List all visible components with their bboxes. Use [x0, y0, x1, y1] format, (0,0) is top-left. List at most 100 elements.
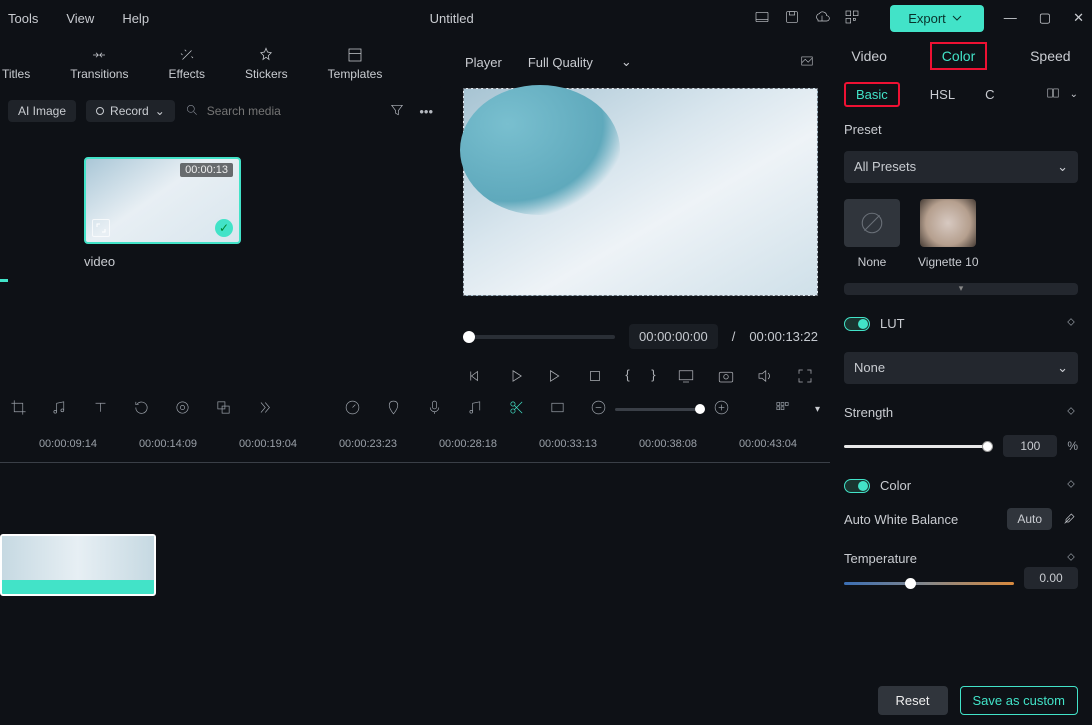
- strength-keyframe-icon[interactable]: [1064, 404, 1078, 421]
- snapshot-button[interactable]: [717, 367, 735, 388]
- split-icon[interactable]: [508, 399, 525, 419]
- temperature-slider[interactable]: [844, 582, 1014, 585]
- time-separator: /: [732, 329, 736, 344]
- tab-transitions[interactable]: Transitions: [70, 46, 128, 81]
- record-button[interactable]: Record⌄: [86, 100, 175, 122]
- zoom-out-button[interactable]: [590, 399, 607, 419]
- window-maximize[interactable]: ▢: [1039, 10, 1051, 26]
- search-icon: [185, 103, 199, 120]
- video-preview[interactable]: [463, 88, 818, 296]
- mark-out-button[interactable]: }: [651, 367, 655, 388]
- save-custom-button[interactable]: Save as custom: [960, 686, 1079, 715]
- menu-view[interactable]: View: [66, 11, 94, 26]
- temperature-label: Temperature: [844, 551, 917, 566]
- tab-titles[interactable]: Titles: [2, 46, 30, 81]
- marker-icon[interactable]: [385, 399, 402, 419]
- tab-speed[interactable]: Speed: [1030, 48, 1070, 64]
- crop-icon[interactable]: [10, 399, 27, 419]
- mask-icon[interactable]: [174, 399, 191, 419]
- chevron-down-icon[interactable]: ⌄: [1070, 89, 1078, 100]
- lut-dropdown[interactable]: None⌄: [844, 352, 1078, 384]
- speed-tool-icon[interactable]: [344, 399, 361, 419]
- zoom-in-button[interactable]: [713, 399, 730, 419]
- tab-effects[interactable]: Effects: [168, 46, 204, 81]
- overflow-icon[interactable]: [256, 399, 273, 419]
- inspector-tabs: Video Color Speed: [830, 36, 1092, 76]
- titlebar: Tools View Help Untitled Export — ▢ ✕: [0, 0, 1092, 36]
- aspect-icon[interactable]: [549, 399, 566, 419]
- preset-none[interactable]: None: [844, 199, 900, 269]
- player-label: Player: [465, 55, 502, 70]
- expand-icon[interactable]: [92, 219, 110, 237]
- color-toggle[interactable]: [844, 479, 870, 493]
- search-media-input[interactable]: [207, 104, 362, 118]
- chevron-down-icon: ⌄: [155, 104, 165, 118]
- preset-dropdown[interactable]: All Presets⌄: [844, 151, 1078, 183]
- group-icon[interactable]: [215, 399, 232, 419]
- layout-icon[interactable]: [754, 9, 770, 28]
- ai-image-button[interactable]: AI Image: [8, 100, 76, 122]
- subtab-basic[interactable]: Basic: [844, 82, 900, 107]
- subtab-hsl[interactable]: HSL: [930, 87, 955, 102]
- lut-keyframe-icon[interactable]: [1064, 315, 1078, 332]
- color-keyframe-icon[interactable]: [1064, 477, 1078, 494]
- timeline[interactable]: 00:00:09:14 00:00:14:09 00:00:19:04 00:0…: [0, 432, 830, 599]
- window-close[interactable]: ✕: [1073, 10, 1084, 26]
- strength-unit: %: [1067, 439, 1078, 453]
- audio-tool-icon[interactable]: [51, 399, 68, 419]
- track-view-icon[interactable]: [774, 399, 791, 419]
- export-button[interactable]: Export: [890, 5, 984, 32]
- preset-expander[interactable]: ▾: [844, 283, 1078, 295]
- mark-in-button[interactable]: {: [625, 367, 629, 388]
- qrcode-icon[interactable]: [844, 9, 860, 28]
- eyedropper-icon[interactable]: [1062, 510, 1078, 529]
- seek-slider[interactable]: [463, 335, 615, 339]
- timeline-toolbar: ▾: [0, 392, 830, 426]
- timeline-clip[interactable]: [0, 534, 156, 596]
- filter-icon[interactable]: [389, 102, 405, 121]
- subtab-curves[interactable]: C: [985, 87, 994, 102]
- play-all-button[interactable]: [546, 367, 564, 388]
- quality-select[interactable]: Full Quality⌄: [528, 54, 632, 70]
- menu-help[interactable]: Help: [122, 11, 149, 26]
- duration: 00:00:13:22: [749, 329, 818, 344]
- project-title: Untitled: [149, 11, 754, 26]
- prev-frame-button[interactable]: [467, 367, 485, 388]
- chevron-down-icon: ⌄: [621, 54, 632, 70]
- display-mode-button[interactable]: [677, 367, 695, 388]
- microphone-icon[interactable]: [426, 399, 443, 419]
- strength-slider[interactable]: [844, 445, 993, 448]
- clip-label: video: [84, 254, 429, 269]
- timeline-ruler[interactable]: 00:00:09:14 00:00:14:09 00:00:19:04 00:0…: [0, 438, 830, 462]
- snapshot-gallery-icon[interactable]: [798, 54, 816, 71]
- play-button[interactable]: [507, 367, 525, 388]
- compare-icon[interactable]: [1044, 86, 1062, 103]
- text-tool-icon[interactable]: [92, 399, 109, 419]
- tab-color[interactable]: Color: [930, 42, 987, 70]
- zoom-slider[interactable]: [615, 408, 705, 411]
- temperature-keyframe-icon[interactable]: [1064, 550, 1078, 567]
- volume-button[interactable]: [756, 367, 774, 388]
- temperature-value[interactable]: 0.00: [1024, 567, 1078, 589]
- chevron-down-icon: ⌄: [1057, 360, 1068, 376]
- preset-vignette[interactable]: Vignette 10: [918, 199, 979, 269]
- tab-stickers[interactable]: Stickers: [245, 46, 288, 81]
- beat-icon[interactable]: [467, 399, 484, 419]
- rotate-icon[interactable]: [133, 399, 150, 419]
- auto-button[interactable]: Auto: [1007, 508, 1052, 530]
- chevron-down-icon[interactable]: ▾: [815, 404, 820, 415]
- tab-video[interactable]: Video: [851, 48, 887, 64]
- menu-tools[interactable]: Tools: [8, 11, 38, 26]
- cloud-upload-icon[interactable]: [814, 9, 830, 28]
- reset-button[interactable]: Reset: [878, 686, 948, 715]
- strength-label: Strength: [844, 405, 893, 420]
- strength-value[interactable]: 100: [1003, 435, 1057, 457]
- fullscreen-button[interactable]: [796, 367, 814, 388]
- media-clip-thumbnail[interactable]: 00:00:13 ✓: [84, 157, 241, 244]
- lut-toggle[interactable]: [844, 317, 870, 331]
- save-icon[interactable]: [784, 9, 800, 28]
- window-minimize[interactable]: —: [1004, 10, 1017, 26]
- more-icon[interactable]: •••: [419, 104, 433, 119]
- tab-templates[interactable]: Templates: [328, 46, 383, 81]
- stop-button[interactable]: [586, 367, 604, 388]
